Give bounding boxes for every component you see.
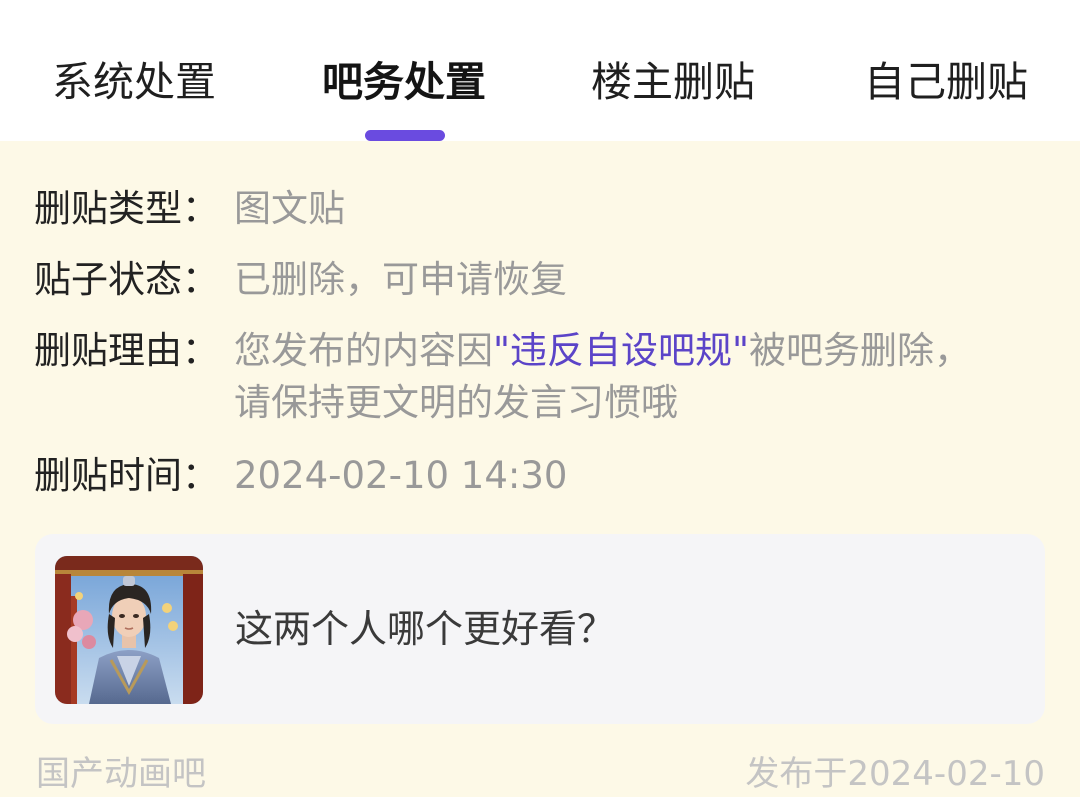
deleted-post-card[interactable]: 这两个人哪个更好看？ — [35, 534, 1045, 724]
reason-suffix: 被吧务删除， — [749, 329, 972, 372]
delete-reason-row: 删贴理由： 您发布的内容因"违反自设吧规"被吧务删除， 请保持更文明的发言习惯哦 — [34, 325, 1014, 429]
post-status-row: 贴子状态： 已删除，可申请恢复 — [34, 254, 567, 306]
delete-time-row: 删贴时间： 2024-02-10 14:30 — [34, 450, 567, 502]
delete-reason-value: 您发布的内容因"违反自设吧规"被吧务删除， 请保持更文明的发言习惯哦 — [234, 325, 1014, 429]
post-thumbnail-image — [55, 556, 203, 704]
delete-type-row: 删贴类型： 图文贴 — [34, 183, 345, 235]
forum-rule-link[interactable]: "违反自设吧规" — [493, 329, 749, 372]
forum-name-link[interactable]: 国产动画吧 — [36, 751, 206, 797]
tab-system-action[interactable]: 系统处置 — [52, 52, 216, 112]
post-title: 这两个人哪个更好看？ — [235, 607, 616, 651]
tab-self-delete[interactable]: 自己删贴 — [864, 52, 1028, 112]
delete-type-label: 删贴类型： — [34, 187, 219, 230]
tab-owner-delete[interactable]: 楼主删贴 — [591, 52, 755, 112]
active-tab-indicator — [365, 130, 445, 141]
delete-type-value: 图文贴 — [234, 187, 345, 230]
deletion-detail-panel: 删贴类型： 图文贴 贴子状态： 已删除，可申请恢复 删贴理由： 您发布的内容因"违反自… — [0, 141, 1080, 797]
delete-time-label: 删贴时间： — [34, 454, 219, 497]
reason-line2: 请保持更文明的发言习惯哦 — [234, 381, 678, 424]
post-publish-date: 发布于2024-02-10 — [745, 754, 1045, 794]
delete-reason-label: 删贴理由： — [34, 329, 219, 372]
tab-admin-action[interactable]: 吧务处置 — [322, 52, 486, 112]
tab-bar: 系统处置 吧务处置 楼主删贴 自己删贴 — [0, 0, 1080, 141]
reason-prefix: 您发布的内容因 — [234, 329, 493, 372]
post-status-value: 已删除，可申请恢复 — [234, 258, 567, 301]
post-status-label: 贴子状态： — [34, 258, 219, 301]
delete-time-value: 2024-02-10 14:30 — [234, 454, 568, 497]
